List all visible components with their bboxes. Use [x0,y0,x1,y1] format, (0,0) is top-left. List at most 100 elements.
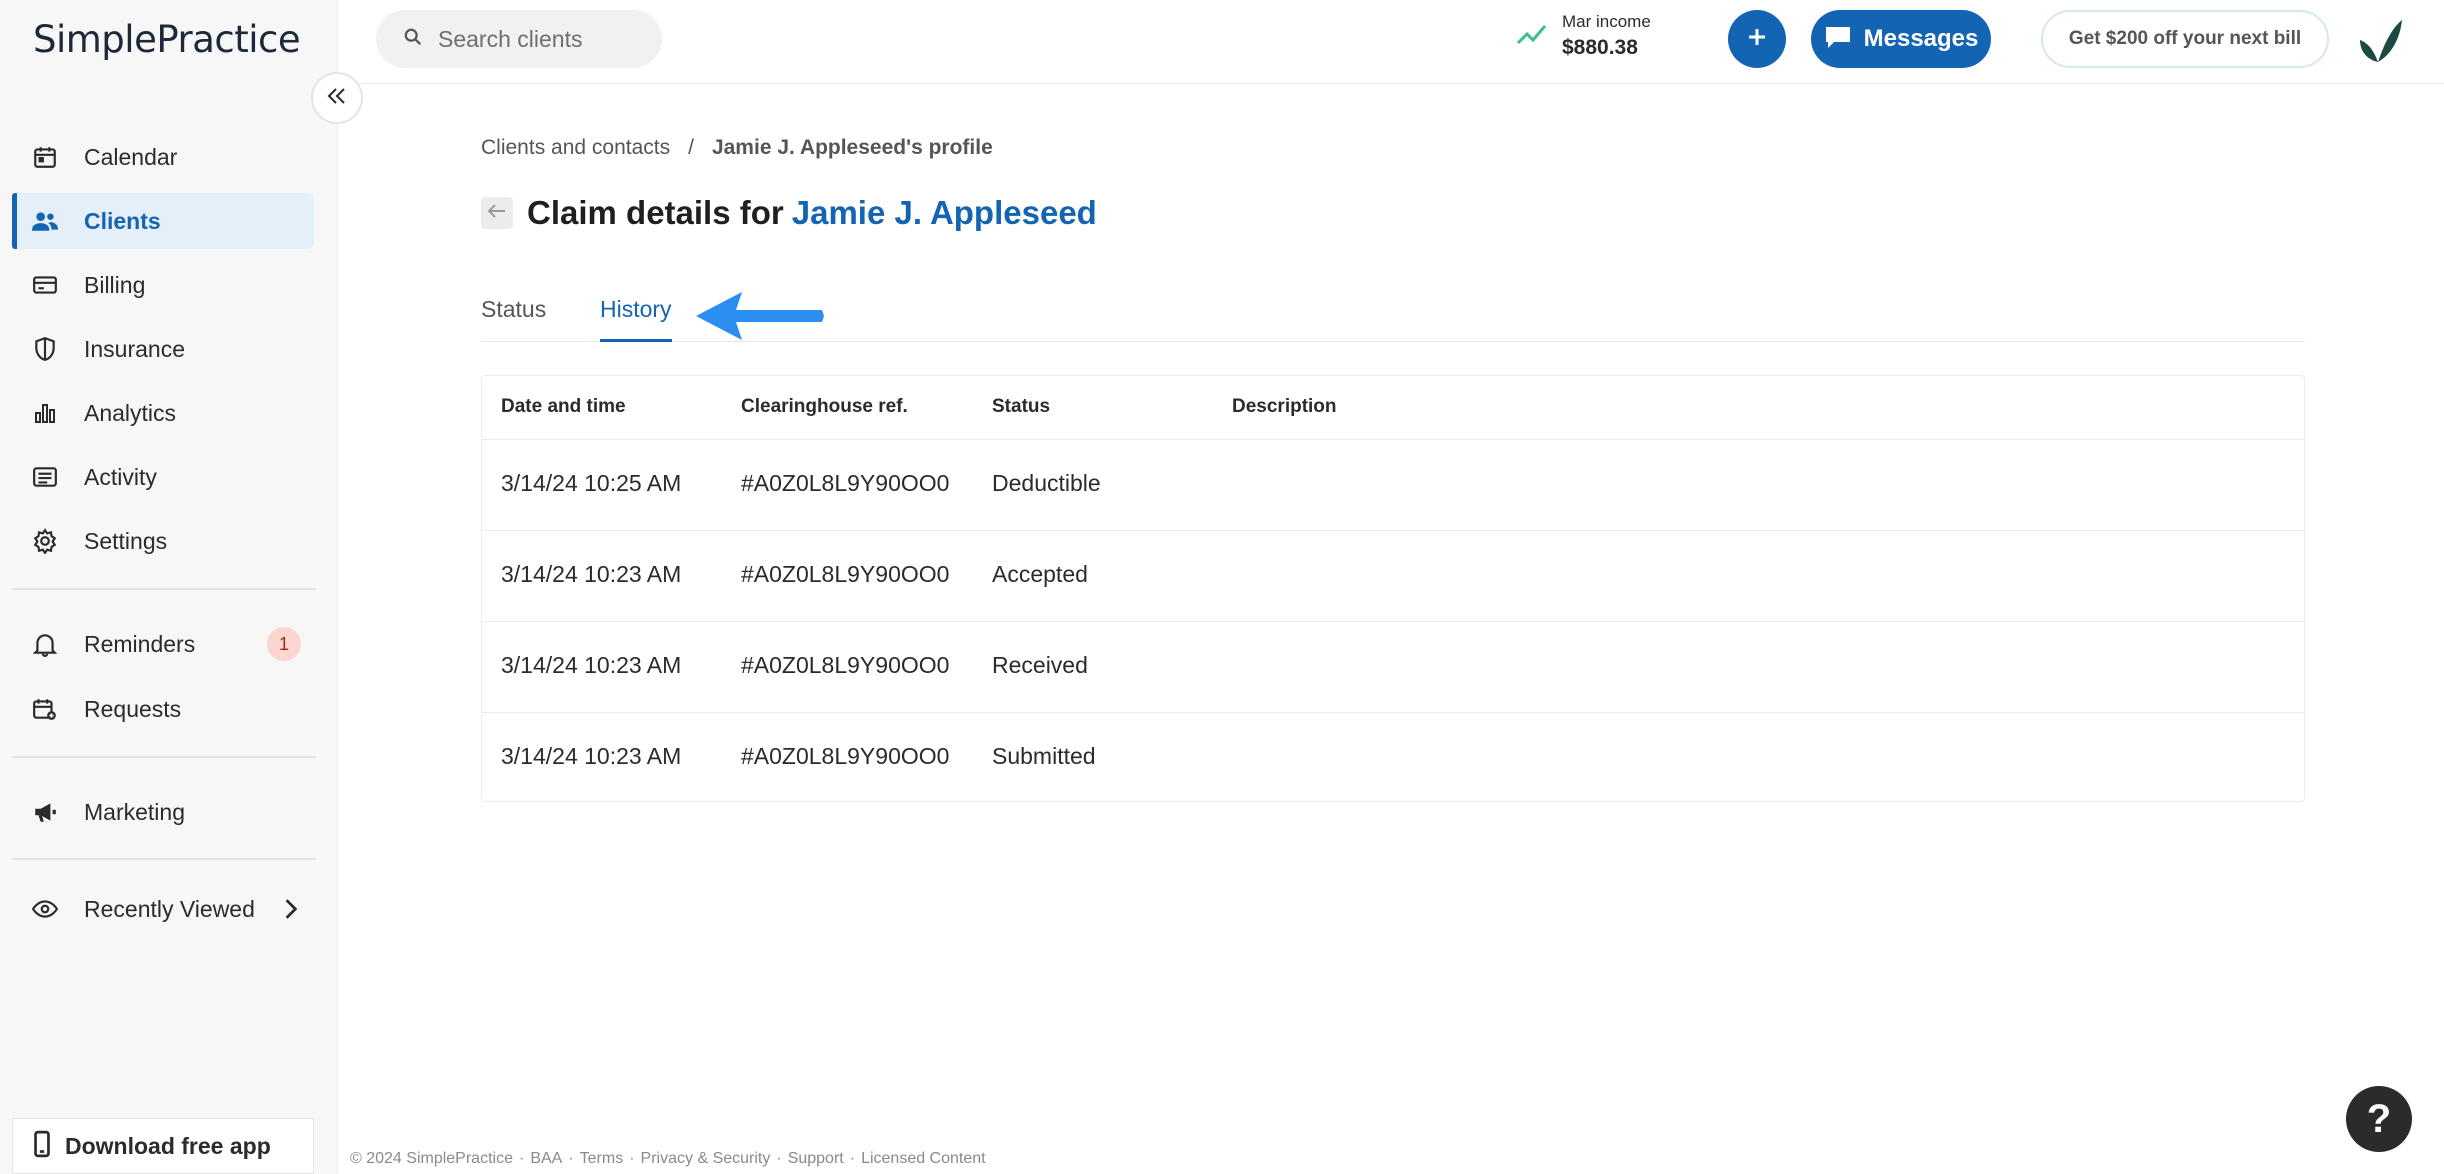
sidebar-item-analytics[interactable]: Analytics [12,385,314,441]
eye-icon [30,894,60,924]
tab-history[interactable]: History [600,296,672,342]
cell-status: Received [992,652,1088,678]
cell-date: 3/14/24 10:23 AM [501,561,682,587]
app-logo[interactable]: SimplePractice [33,18,301,61]
column-header-clearinghouse-ref: Clearinghouse ref. [741,396,908,417]
sidebar-item-requests[interactable]: Requests [12,681,314,737]
sidebar-divider [12,858,316,860]
annotation-arrow-icon [692,288,828,349]
breadcrumb: Clients and contacts / Jamie J. Applesee… [481,136,993,160]
table-row: 3/14/24 10:25 AM #A0Z0L8L9Y90OO0 Deducti… [482,440,2304,531]
back-button[interactable] [481,197,513,229]
calendar-icon [30,142,60,172]
sidebar-item-insurance[interactable]: Insurance [12,321,314,377]
footer-link-support[interactable]: Support [788,1150,844,1168]
footer-dot: · [518,1150,525,1167]
column-header-description: Description [1232,396,1337,417]
sidebar-item-label: Requests [84,695,182,722]
tab-status[interactable]: Status [481,296,546,342]
shield-icon [30,334,60,364]
brand-leaf-icon[interactable] [2354,14,2406,66]
search-placeholder: Search clients [438,25,583,52]
footer-copyright: © 2024 SimplePractice [350,1150,513,1167]
gear-icon [30,526,60,556]
table-row: 3/14/24 10:23 AM #A0Z0L8L9Y90OO0 Receive… [482,622,2304,713]
cell-status: Submitted [992,743,1096,769]
help-button[interactable]: ? [2346,1086,2412,1152]
reminders-count-badge: 1 [267,627,301,661]
bar-chart-icon [30,398,60,428]
chat-bubble-icon [1824,24,1852,55]
footer-dot: · [568,1150,574,1167]
sidebar-item-clients[interactable]: Clients [12,193,314,249]
messages-button[interactable]: Messages [1811,10,1991,68]
sidebar-item-label: Reminders [84,630,196,657]
sidebar-item-label: Calendar [84,143,178,170]
double-chevron-left-icon [327,87,347,110]
breadcrumb-clients-link[interactable]: Clients and contacts [481,136,670,160]
cell-clearinghouse-ref: #A0Z0L8L9Y90OO0 [741,470,950,496]
income-amount: $880.38 [1562,36,1638,59]
table-row: 3/14/24 10:23 AM #A0Z0L8L9Y90OO0 Accepte… [482,531,2304,622]
cell-status: Accepted [992,561,1088,587]
trend-up-icon [1516,23,1548,50]
cell-clearinghouse-ref: #A0Z0L8L9Y90OO0 [741,561,950,587]
promo-label: Get $200 off your next bill [2068,28,2302,49]
plus-icon [1747,27,1767,52]
table-row: 3/14/24 10:23 AM #A0Z0L8L9Y90OO0 Submitt… [482,713,2304,804]
page-title-prefix: Claim details for [527,194,784,231]
footer-dot: · [849,1150,856,1167]
footer-link-baa[interactable]: BAA [530,1150,562,1168]
sidebar-item-billing[interactable]: Billing [12,257,314,313]
sidebar-item-recently-viewed[interactable]: Recently Viewed [12,881,314,937]
list-icon [30,462,60,492]
cell-date: 3/14/24 10:23 AM [501,652,682,678]
footer-link-licensed-content[interactable]: Licensed Content [861,1150,986,1168]
sidebar-item-settings[interactable]: Settings [12,513,314,569]
cell-status: Deductible [992,470,1101,496]
search-icon [404,28,422,51]
sidebar-item-label: Activity [84,463,157,490]
add-new-button[interactable] [1728,10,1786,68]
download-app-label: Download free app [65,1132,271,1159]
chevron-right-icon [284,898,298,925]
megaphone-icon [30,797,60,827]
cell-clearinghouse-ref: #A0Z0L8L9Y90OO0 [741,652,950,678]
income-summary[interactable]: Mar income $880.38 [1516,12,1651,60]
column-header-date: Date and time [501,396,626,417]
sidebar-item-label: Analytics [84,399,177,426]
credit-card-icon [30,270,60,300]
footer-dot: · [629,1150,635,1167]
footer-dot: · [776,1150,782,1167]
claim-history-table: Date and time Clearinghouse ref. Status … [481,375,2305,802]
breadcrumb-separator: / [688,136,694,159]
sidebar-item-marketing[interactable]: Marketing [12,784,314,840]
sidebar-item-label: Recently Viewed [84,895,255,922]
breadcrumb-profile-link[interactable]: Jamie J. Appleseed's profile [712,136,993,160]
sidebar-divider [12,588,316,590]
sidebar-item-calendar[interactable]: Calendar [12,129,314,185]
phone-icon [33,1130,51,1163]
client-name-link[interactable]: Jamie J. Appleseed [792,194,1097,231]
collapse-sidebar-button[interactable] [311,72,363,124]
cell-clearinghouse-ref: #A0Z0L8L9Y90OO0 [741,743,950,769]
sidebar-item-label: Marketing [84,798,185,825]
bell-icon [30,629,60,659]
top-bar: Search clients Mar income $880.38 Messag… [338,0,2444,84]
income-label: Mar income [1562,12,1651,31]
footer-link-privacy[interactable]: Privacy & Security [641,1150,771,1168]
sidebar-item-label: Settings [84,527,168,554]
messages-label: Messages [1863,25,1979,52]
footer-link-terms[interactable]: Terms [580,1150,624,1168]
search-input[interactable]: Search clients [376,10,662,68]
page-title: Claim details for Jamie J. Appleseed [527,194,1097,232]
page-header: Claim details for Jamie J. Appleseed [481,194,1097,232]
footer: © 2024 SimplePractice · BAA · Terms · Pr… [350,1150,992,1168]
cell-date: 3/14/24 10:25 AM [501,470,682,496]
arrow-left-icon [487,203,506,223]
download-app-button[interactable]: Download free app [12,1118,314,1174]
cell-date: 3/14/24 10:23 AM [501,743,682,769]
promo-button[interactable]: Get $200 off your next bill [2041,10,2329,68]
sidebar-item-activity[interactable]: Activity [12,449,314,505]
calendar-plus-icon [30,694,60,724]
